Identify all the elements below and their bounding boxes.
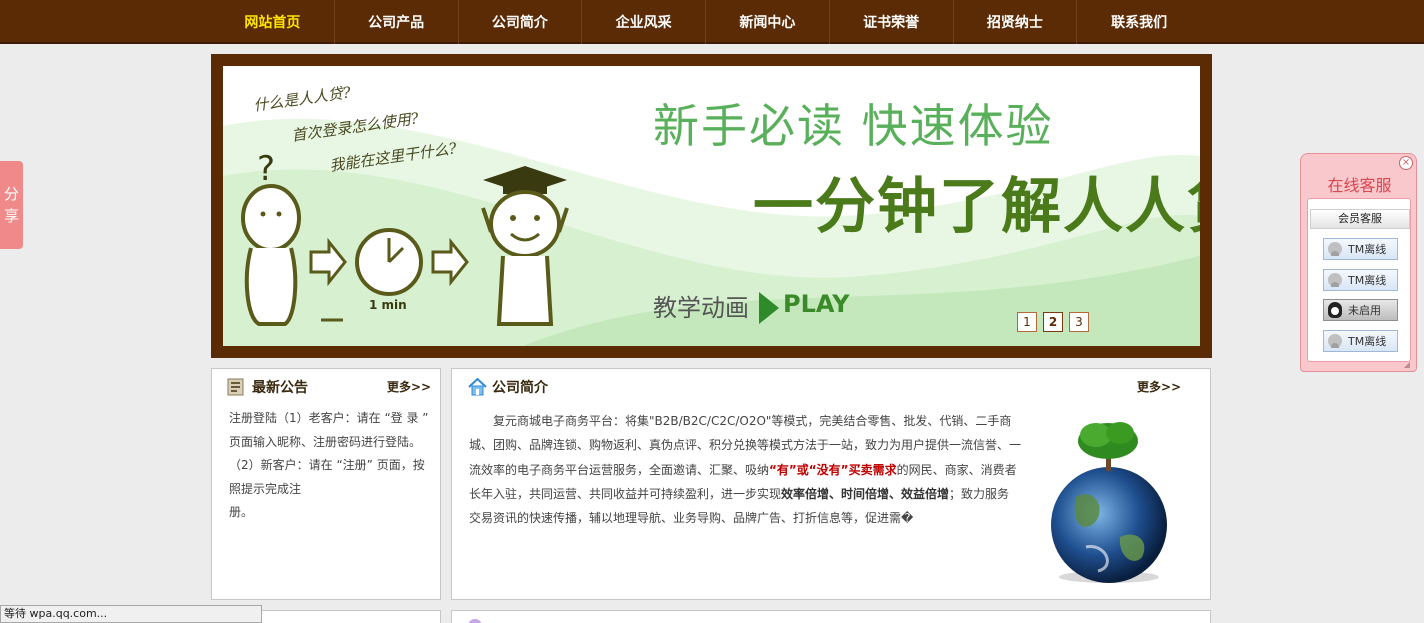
notice-body: 注册登陆（1）老客户：请在 “登 录 ” 页面输入昵称、注册密码进行登陆。（2）…	[229, 407, 434, 525]
offline-avatar-icon	[1328, 273, 1342, 287]
service-button-label: TM离线	[1348, 335, 1387, 348]
pager-button-2[interactable]: 2	[1043, 312, 1063, 332]
intro-panel: 公司简介 更多>> 复元商城电子商务平台：将集"B2B/B2C/C2C/O2O"…	[451, 368, 1211, 600]
intro-more-link[interactable]: 更多>>	[1137, 378, 1181, 395]
service-list: 会员客服 TM离线 TM离线 未启用 TM离线	[1307, 198, 1411, 362]
purple-icon	[468, 619, 482, 623]
nav-item-news[interactable]: 新闻中心	[706, 0, 830, 44]
service-button-label: TM离线	[1348, 274, 1387, 287]
nav-item-contact[interactable]: 联系我们	[1077, 0, 1201, 44]
close-icon[interactable]: ×	[1399, 156, 1413, 170]
resize-grip-icon[interactable]: ◢	[1404, 360, 1410, 369]
play-button-text[interactable]: PLAY	[783, 290, 850, 318]
share-label-1: 分	[3, 185, 19, 203]
service-button-label: 未启用	[1348, 304, 1381, 317]
offline-avatar-icon	[1328, 242, 1342, 256]
service-title: 在线客服	[1327, 176, 1392, 195]
globe-tree-image	[1051, 422, 1167, 583]
nav-item-jobs[interactable]: 招贤纳士	[954, 0, 1078, 44]
service-group-label: 会员客服	[1310, 209, 1410, 229]
share-label-2: 享	[3, 207, 19, 225]
banner-slide[interactable]: 什么是人人贷? 首次登录怎么使用? 我能在这里干什么? ? 1 min 新手必读…	[223, 66, 1200, 346]
offline-avatar-icon	[1328, 334, 1342, 348]
qq-penguin-icon	[1328, 302, 1342, 318]
notice-panel: 最新公告 更多>> 注册登陆（1）老客户：请在 “登 录 ” 页面输入昵称、注册…	[211, 368, 441, 600]
pager-button-1[interactable]: 1	[1017, 312, 1037, 332]
service-button-2[interactable]: TM离线	[1323, 269, 1398, 291]
online-service-widget: × 在线客服 会员客服 TM离线 TM离线 未启用 TM离线 ◢	[1300, 153, 1417, 372]
pager-button-3[interactable]: 3	[1069, 312, 1089, 332]
play-label: 教学动画	[653, 294, 749, 322]
banner-headline-1: 新手必读 快速体验	[653, 99, 1054, 153]
browser-status-bar: 等待 wpa.qq.com...	[0, 605, 262, 623]
notice-more-link[interactable]: 更多>>	[387, 378, 431, 395]
svg-text:?: ?	[257, 149, 275, 189]
service-button-3[interactable]: 未启用	[1323, 299, 1398, 321]
intro-body: 复元商城电子商务平台：将集"B2B/B2C/C2C/O2O"等模式，完美结合零售…	[469, 409, 1021, 530]
service-button-1[interactable]: TM离线	[1323, 238, 1398, 260]
nav-item-home[interactable]: 网站首页	[211, 0, 335, 44]
notice-text: 注册登陆（1）老客户：请在 “登 录 ” 页面输入昵称、注册密码进行登陆。（2）…	[229, 411, 429, 496]
nav-menu: 网站首页 公司产品 公司简介 企业风采 新闻中心 证书荣誉 招贤纳士 联系我们	[211, 0, 1201, 44]
nav-item-products[interactable]: 公司产品	[335, 0, 459, 44]
play-icon[interactable]	[759, 292, 779, 324]
notice-title: 最新公告	[252, 380, 308, 396]
intro-highlight-red: “有”或“没有”买卖需求	[769, 462, 897, 477]
minute-label: 1 min	[369, 298, 407, 312]
banner-frame: 什么是人人贷? 首次登录怎么使用? 我能在这里干什么? ? 1 min 新手必读…	[211, 54, 1212, 358]
share-tab[interactable]: 分 享	[0, 161, 23, 249]
cartoon-illustration: ?	[241, 149, 569, 326]
service-button-4[interactable]: TM离线	[1323, 330, 1398, 352]
home-icon	[468, 378, 487, 396]
nav-item-about[interactable]: 公司简介	[459, 0, 583, 44]
bottom-right-panel	[451, 610, 1211, 623]
notice-text-end: 册。	[229, 505, 254, 519]
banner-pager: 1 2 3	[1017, 312, 1200, 332]
top-nav: 网站首页 公司产品 公司简介 企业风采 新闻中心 证书荣誉 招贤纳士 联系我们	[0, 0, 1424, 44]
nav-item-honors[interactable]: 证书荣誉	[830, 0, 954, 44]
intro-highlight-bold: 效率倍增、时间倍增、效益倍增	[781, 486, 950, 501]
intro-title: 公司简介	[492, 380, 548, 396]
service-button-label: TM离线	[1348, 243, 1387, 256]
banner-headline-2: 一分钟了解人人贷	[753, 172, 1200, 242]
nav-item-style[interactable]: 企业风采	[582, 0, 706, 44]
notice-icon	[227, 378, 244, 396]
